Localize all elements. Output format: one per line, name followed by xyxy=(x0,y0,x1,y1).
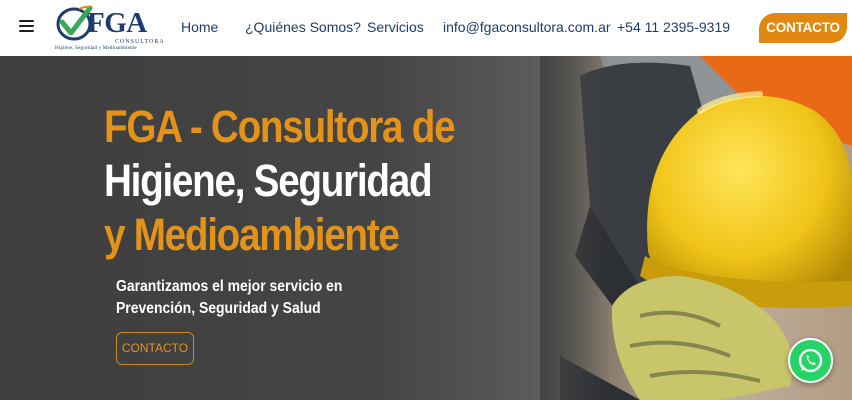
nav-quienes-somos[interactable]: ¿Quiénes Somos? xyxy=(245,19,361,35)
hero-title-line2: Higiene, Seguridad xyxy=(104,155,433,206)
nav-servicios[interactable]: Servicios xyxy=(367,19,424,35)
logo-name: FGA xyxy=(87,7,147,39)
nav-phone-link[interactable]: +54 11 2395-9319 xyxy=(617,19,730,35)
logo-tagline: CONSULTORA xyxy=(115,39,165,45)
hero-section: FGA - Consultora de Higiene, Seguridad y… xyxy=(0,56,852,400)
whatsapp-button[interactable] xyxy=(788,338,833,383)
site-header: FGA CONSULTORA Higiene, Seguridad y Medi… xyxy=(0,0,852,56)
whatsapp-icon xyxy=(798,348,823,373)
menu-icon[interactable] xyxy=(19,20,34,32)
brand-logo[interactable]: FGA CONSULTORA Higiene, Seguridad y Medi… xyxy=(55,4,165,52)
hero-subtitle: Garantizamos el mejor servicio en Preven… xyxy=(116,278,343,317)
hero-title: FGA - Consultora de Higiene, Seguridad y… xyxy=(104,100,456,262)
nav-email-link[interactable]: info@fgaconsultora.com.ar xyxy=(443,19,611,35)
nav-home[interactable]: Home xyxy=(181,19,218,35)
contact-button[interactable]: CONTACTO xyxy=(759,13,847,43)
hero-title-line3: y Medioambiente xyxy=(104,209,400,260)
hero-contact-button[interactable]: CONTACTO xyxy=(116,332,194,365)
logo-subtitle: Higiene, Seguridad y Medioambiente xyxy=(55,46,137,51)
hero-title-line1: FGA - Consultora de xyxy=(104,101,456,152)
